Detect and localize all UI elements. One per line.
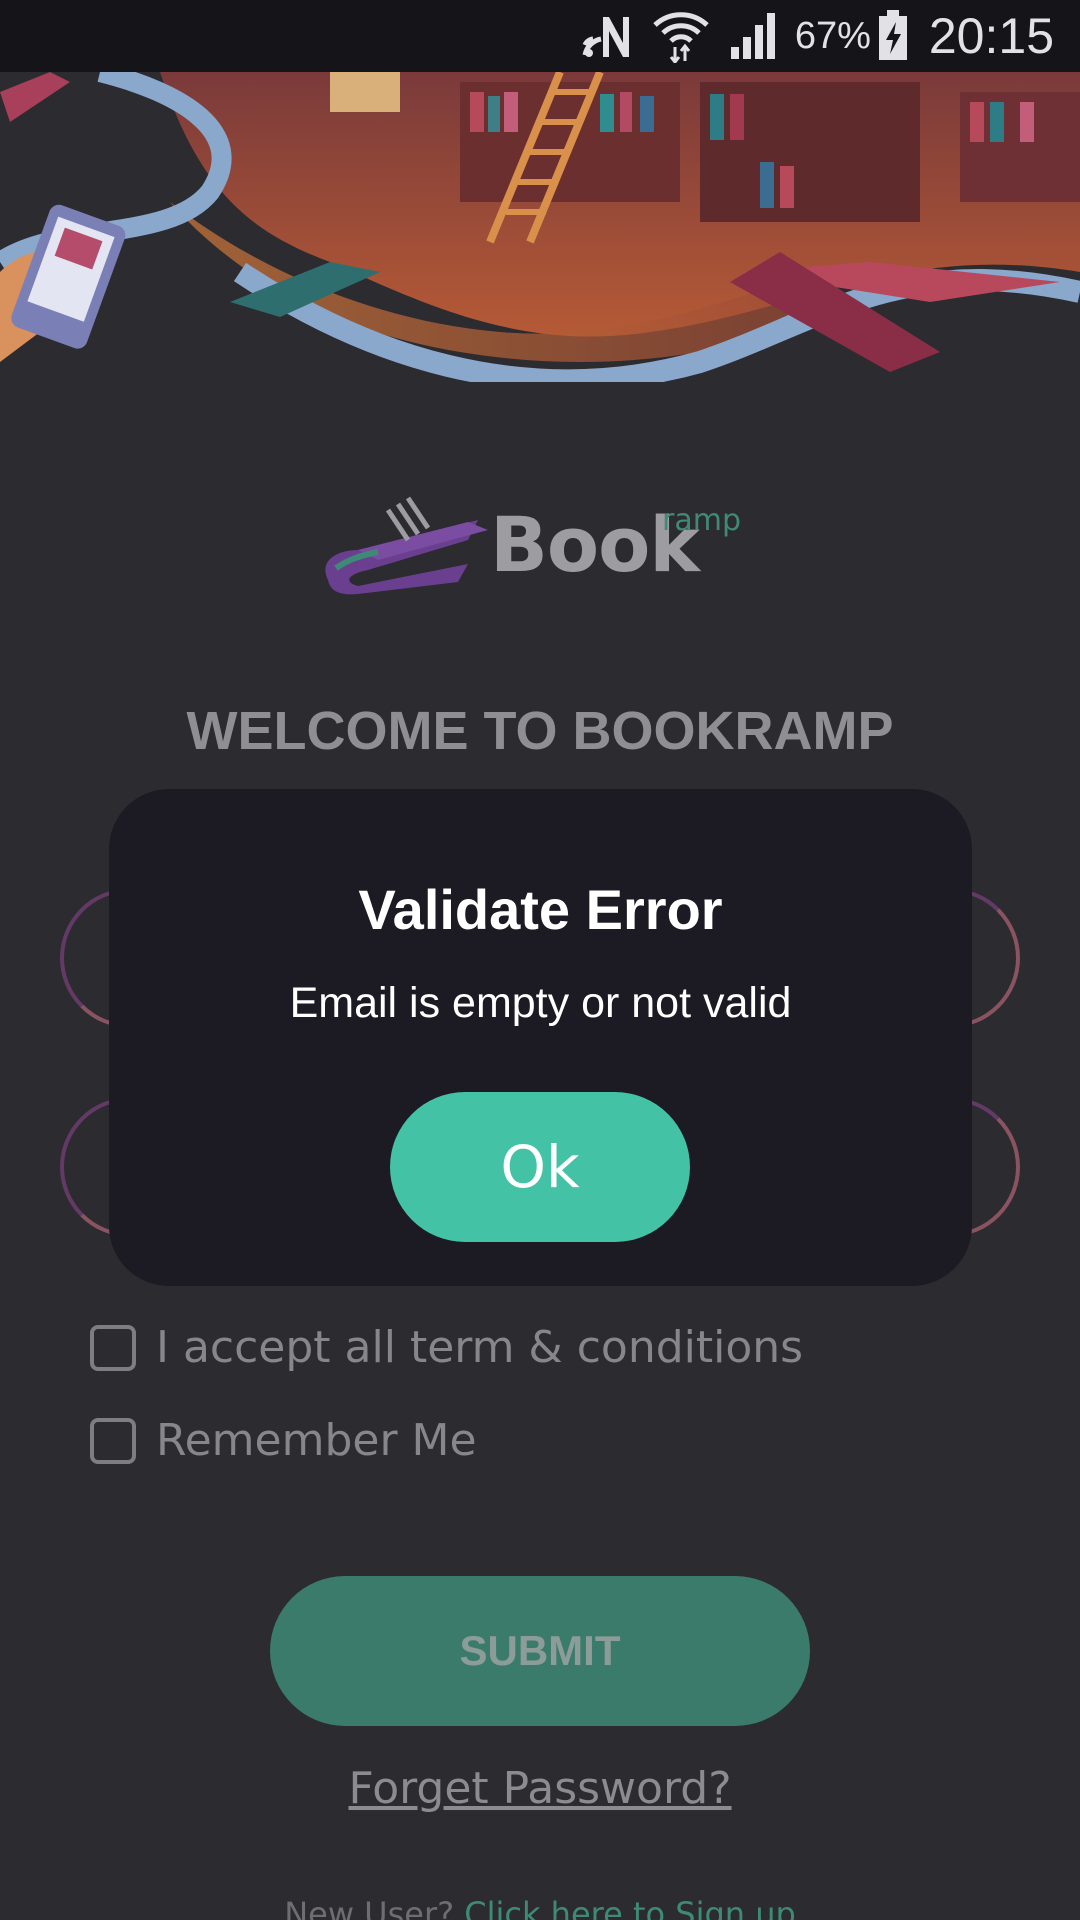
battery-percent: 67% [794, 14, 871, 57]
cell-signal-icon [729, 11, 779, 61]
validate-error-dialog: Validate Error Email is empty or not val… [109, 789, 972, 1286]
wifi-icon [653, 9, 709, 63]
ok-button[interactable]: Ok [390, 1092, 690, 1242]
clock: 20:15 [928, 8, 1054, 64]
nfc-icon [581, 13, 633, 59]
dialog-title: Validate Error [358, 878, 723, 941]
battery-charging-icon [877, 10, 909, 62]
dialog-message: Email is empty or not valid [289, 979, 792, 1027]
status-bar: 67% 20:15 [0, 0, 1080, 72]
